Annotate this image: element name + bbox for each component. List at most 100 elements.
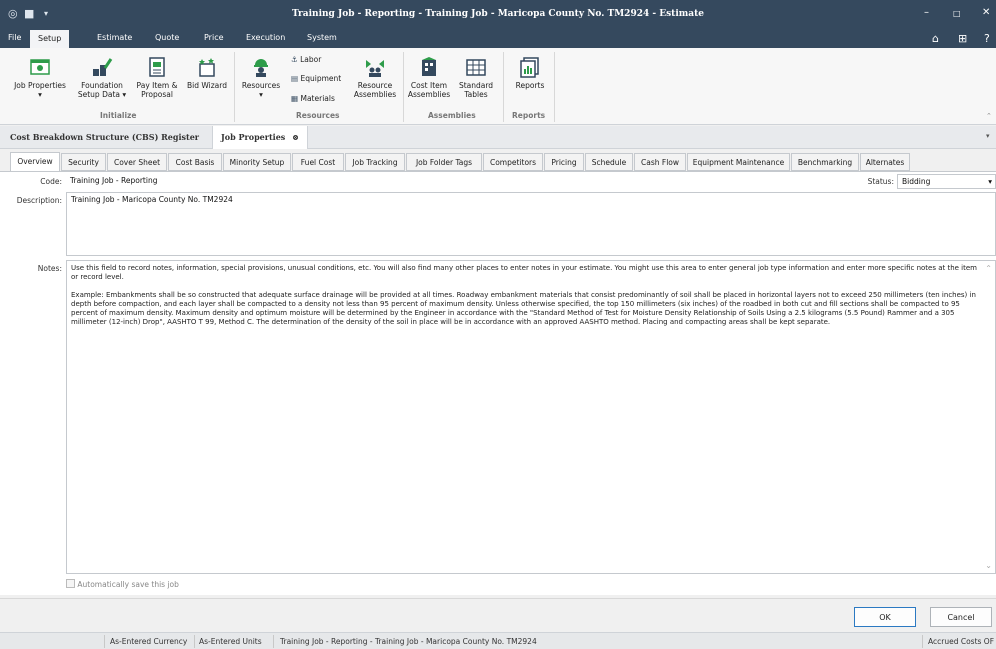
job-properties-label: Job Properties <box>14 81 66 90</box>
scroll-down-icon[interactable]: ⌄ <box>985 561 992 570</box>
status-accrued-costs: Accrued Costs OF <box>928 637 995 646</box>
menu-bar: File Setup Estimate Quote Price Executio… <box>0 30 996 48</box>
materials-label: Materials <box>300 94 335 103</box>
group-label-resources: Resources <box>296 111 340 120</box>
resources-button[interactable]: Resources ▾ <box>238 56 284 99</box>
scroll-up-icon[interactable]: ⌃ <box>985 264 992 273</box>
materials-button[interactable]: ▦ Materials <box>291 94 335 103</box>
menu-system[interactable]: System <box>307 33 337 42</box>
cancel-button[interactable]: Cancel <box>930 607 992 627</box>
tab-alternates[interactable]: Alternates <box>860 153 910 171</box>
resource-assemblies-icon <box>366 60 384 77</box>
group-label-initialize: Initialize <box>100 111 137 120</box>
resources-icon <box>254 59 268 77</box>
autosave-checkbox-row[interactable]: Automatically save this job <box>66 579 179 589</box>
menu-setup[interactable]: Setup <box>30 30 70 48</box>
reports-button[interactable]: Reports <box>510 56 550 90</box>
status-separator <box>194 635 195 648</box>
autosave-label: Automatically save this job <box>77 580 179 589</box>
menu-price[interactable]: Price <box>204 33 224 42</box>
close-button[interactable]: ✕ <box>982 7 990 18</box>
tab-fuel-cost[interactable]: Fuel Cost <box>292 153 344 171</box>
resources-label: Resources <box>241 81 281 90</box>
ribbon: Job Properties ▾ Foundation Setup Data ▾ P… <box>0 48 996 125</box>
tab-pricing[interactable]: Pricing <box>544 153 584 171</box>
autosave-checkbox[interactable] <box>66 579 75 588</box>
standard-tables-label-2: Tables <box>464 90 488 99</box>
status-label: Status: <box>867 177 894 186</box>
menu-file[interactable]: File <box>8 33 21 42</box>
notes-paragraph-2: Example: Embankments shall be so constru… <box>71 291 976 326</box>
menu-execution[interactable]: Execution <box>246 33 285 42</box>
reports-label: Reports <box>515 81 545 90</box>
standard-tables-button[interactable]: Standard Tables <box>455 56 497 99</box>
foundation-label-1: Foundation <box>81 81 123 90</box>
resource-assemblies-button[interactable]: Resource Assemblies <box>352 56 398 99</box>
dropdown-arrow-icon: ▾ <box>122 90 127 99</box>
close-tab-icon[interactable]: ⊗ <box>292 132 299 142</box>
notes-label: Notes: <box>37 264 62 273</box>
tab-job-tracking[interactable]: Job Tracking <box>345 153 405 171</box>
foundation-label-2: Setup Data <box>77 90 120 99</box>
status-bar: As-Entered Currency As-Entered Units Tra… <box>0 632 996 649</box>
tab-job-properties-label: Job Properties <box>221 132 286 142</box>
tab-overview[interactable]: Overview <box>10 152 60 172</box>
description-label: Description: <box>16 196 62 205</box>
cost-item-label-2: Assemblies <box>407 90 451 99</box>
tab-cost-basis[interactable]: Cost Basis <box>168 153 222 171</box>
tab-job-folder-tags[interactable]: Job Folder Tags <box>406 153 482 171</box>
status-select[interactable]: Bidding ▾ <box>897 174 996 189</box>
pay-item-proposal-button[interactable]: Pay Item & Proposal <box>133 56 181 99</box>
cost-item-assemblies-button[interactable]: Cost Item Assemblies <box>407 56 451 99</box>
ribbon-collapse-icon[interactable]: ⌃ <box>986 112 992 120</box>
tab-competitors[interactable]: Competitors <box>483 153 543 171</box>
tabs-dropdown-icon[interactable]: ▾ <box>986 132 990 140</box>
menu-estimate[interactable]: Estimate <box>97 33 132 42</box>
tab-cbs-register[interactable]: Cost Breakdown Structure (CBS) Register <box>10 132 199 142</box>
minimize-button[interactable]: – <box>924 7 929 18</box>
status-job-name: Training Job - Reporting - Training Job … <box>280 637 537 646</box>
tab-security[interactable]: Security <box>61 153 106 171</box>
tab-benchmarking[interactable]: Benchmarking <box>791 153 859 171</box>
group-label-assemblies: Assemblies <box>428 111 476 120</box>
foundation-setup-data-button[interactable]: Foundation Setup Data ▾ <box>76 56 128 99</box>
tab-cash-flow[interactable]: Cash Flow <box>634 153 686 171</box>
chevron-down-icon: ▾ <box>988 177 992 186</box>
tab-cover-sheet[interactable]: Cover Sheet <box>107 153 167 171</box>
pay-item-icon <box>149 57 165 77</box>
pay-item-label-2: Proposal <box>141 90 173 99</box>
dialog-buttons: OK Cancel <box>0 598 996 632</box>
property-tabs: Overview Security Cover Sheet Cost Basis… <box>0 151 996 172</box>
group-separator <box>503 52 504 122</box>
code-field[interactable]: Training Job - Reporting <box>66 174 860 189</box>
group-separator <box>403 52 404 122</box>
standard-tables-icon <box>466 59 486 76</box>
bank-icon[interactable]: ⌂ <box>932 32 939 45</box>
job-properties-button[interactable]: Job Properties ▾ <box>8 56 72 99</box>
labor-label: Labor <box>300 55 322 64</box>
tab-equipment-maintenance[interactable]: Equipment Maintenance <box>687 153 790 171</box>
help-icon[interactable]: ? <box>984 32 990 45</box>
materials-icon: ▦ <box>291 94 299 103</box>
dropdown-arrow-icon: ▾ <box>259 90 263 99</box>
equipment-label: Equipment <box>300 74 342 83</box>
notes-field[interactable]: Use this field to record notes, informat… <box>66 260 996 574</box>
menu-quote[interactable]: Quote <box>155 33 179 42</box>
foundation-icon <box>93 58 113 76</box>
tab-job-properties[interactable]: Job Properties ⊗ <box>212 126 308 149</box>
maximize-button[interactable]: □ <box>953 9 961 18</box>
description-field[interactable]: Training Job - Maricopa County No. TM292… <box>66 192 996 256</box>
layout-grid-icon[interactable]: ⊞ <box>958 32 967 45</box>
overview-panel: Code: Training Job - Reporting Status: B… <box>0 171 996 595</box>
window-title: Training Job - Reporting - Training Job … <box>292 9 704 19</box>
bid-wizard-label: Bid Wizard <box>187 81 227 90</box>
labor-button[interactable]: ⚓ Labor <box>291 55 321 64</box>
tab-minority-setup[interactable]: Minority Setup <box>223 153 291 171</box>
group-separator <box>554 52 555 122</box>
tab-schedule[interactable]: Schedule <box>585 153 633 171</box>
status-currency: As-Entered Currency <box>110 637 188 646</box>
bid-wizard-button[interactable]: Bid Wizard <box>185 56 229 90</box>
document-tabs: Cost Breakdown Structure (CBS) Register … <box>0 126 996 149</box>
ok-button[interactable]: OK <box>854 607 916 627</box>
equipment-button[interactable]: ▤ Equipment <box>291 74 341 83</box>
